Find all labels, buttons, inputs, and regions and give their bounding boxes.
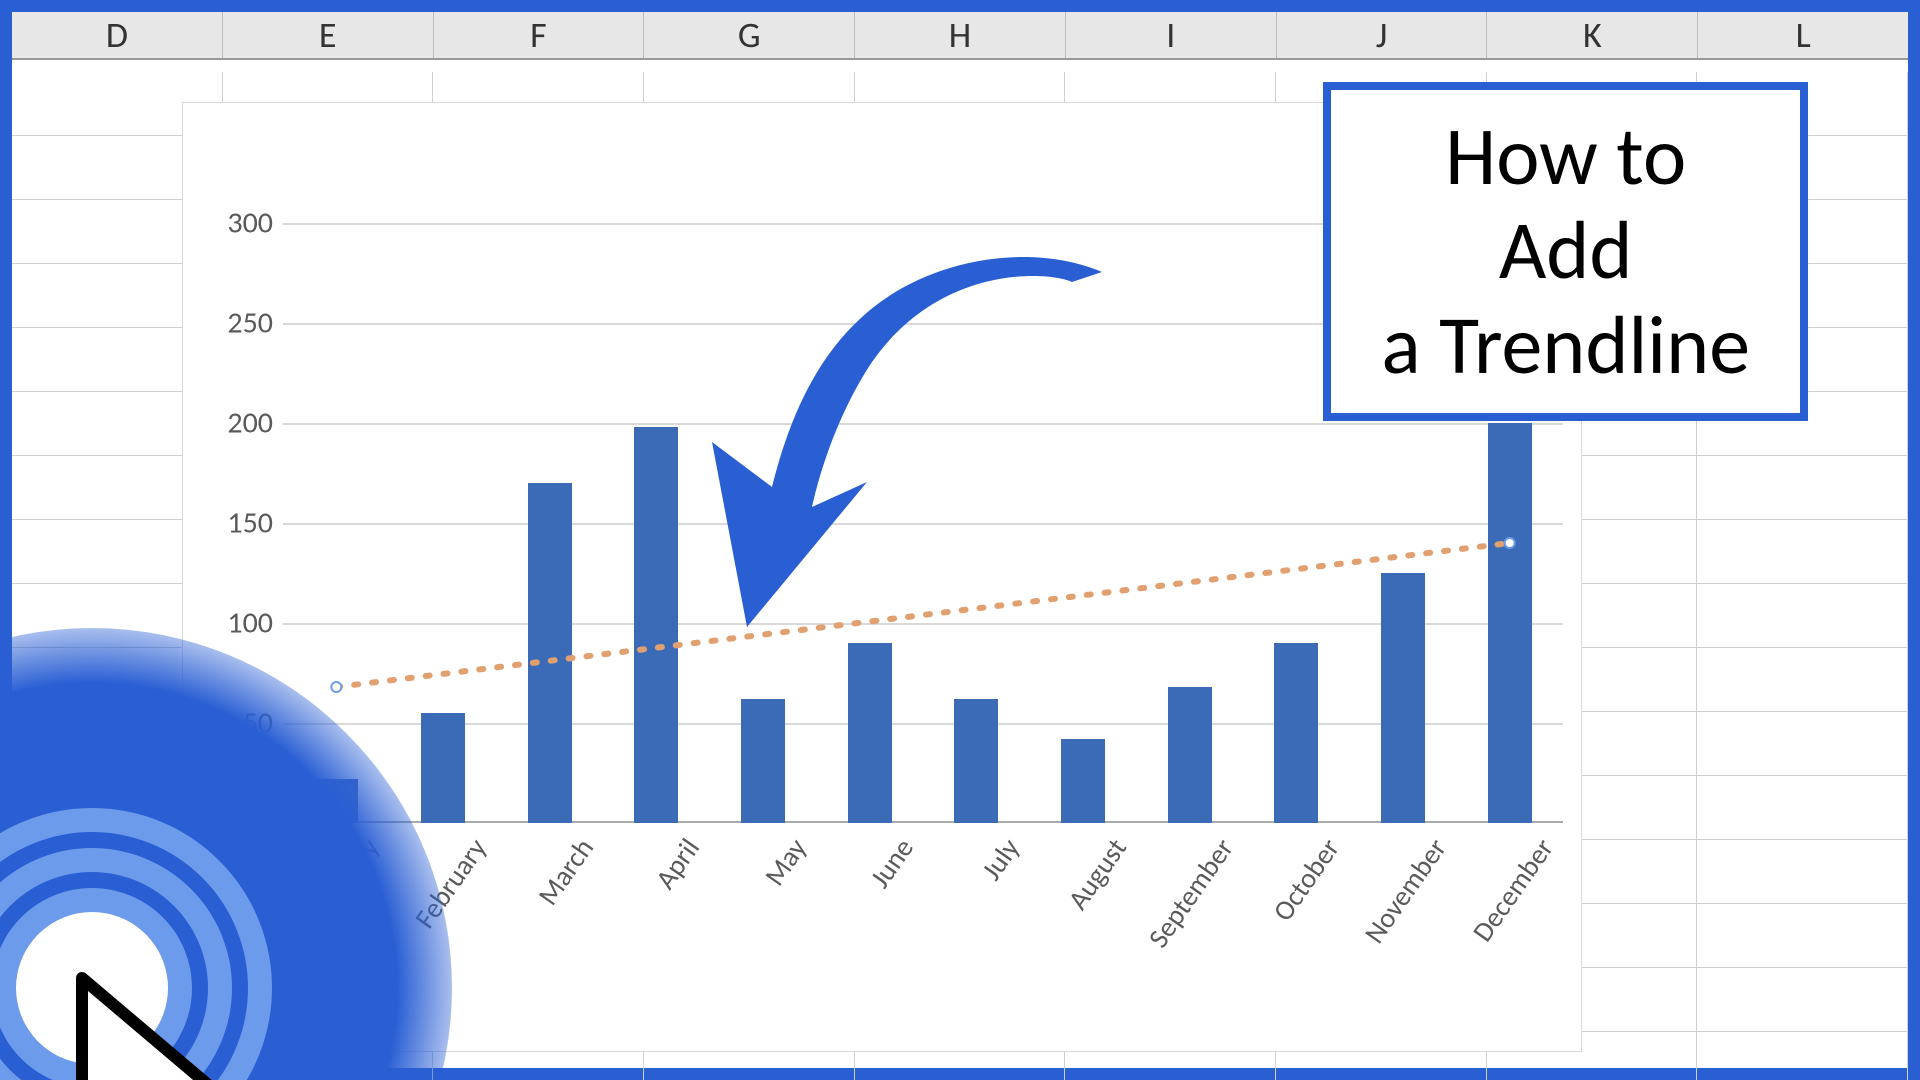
chart-bar[interactable] [634, 427, 678, 823]
column-header[interactable]: G [644, 12, 855, 58]
callout-line1: How to [1381, 110, 1750, 204]
chart-bar[interactable] [954, 699, 998, 823]
callout-box: How to Add a Trendline [1323, 82, 1808, 421]
y-axis-tick: 150 [203, 505, 273, 542]
chart-bar[interactable] [1381, 573, 1425, 823]
chart-bar[interactable] [421, 713, 465, 823]
column-header[interactable]: D [12, 12, 223, 58]
column-header[interactable]: L [1698, 12, 1908, 58]
column-header[interactable]: K [1487, 12, 1698, 58]
app-frame: D E F G H I J K L 050100150200250300Janu… [0, 0, 1920, 1080]
x-axis-label: March [530, 832, 601, 912]
column-header[interactable]: H [855, 12, 1066, 58]
chart-bar[interactable] [1488, 423, 1532, 823]
column-header[interactable]: I [1066, 12, 1277, 58]
x-axis-label: August [1060, 832, 1134, 917]
column-header-row: D E F G H I J K L [12, 12, 1908, 60]
x-axis-label: April [648, 832, 707, 896]
callout-line2: Add [1381, 204, 1750, 298]
column-header[interactable]: E [223, 12, 434, 58]
x-axis-label: December [1464, 832, 1560, 948]
arrow-icon [702, 232, 1122, 652]
x-axis-label: June [862, 832, 921, 895]
x-axis-label: November [1357, 832, 1454, 950]
chart-bar[interactable] [1061, 739, 1105, 823]
cursor-icon [62, 968, 262, 1080]
chart-bar[interactable] [741, 699, 785, 823]
y-axis-tick: 250 [203, 305, 273, 342]
chart-bar[interactable] [848, 643, 892, 823]
chart-bar[interactable] [1274, 643, 1318, 823]
x-axis [283, 821, 1563, 823]
column-header[interactable]: F [434, 12, 645, 58]
callout-line3: a Trendline [1381, 299, 1750, 393]
gridline [283, 723, 1563, 725]
chart-bar[interactable] [1168, 687, 1212, 823]
x-axis-label: July [974, 832, 1027, 887]
y-axis-tick: 100 [203, 605, 273, 642]
x-axis-label: May [757, 832, 814, 893]
y-axis-tick: 300 [203, 205, 273, 242]
y-axis-tick: 200 [203, 405, 273, 442]
x-axis-label: October [1265, 832, 1347, 928]
column-header[interactable]: J [1277, 12, 1488, 58]
chart-bar[interactable] [528, 483, 572, 823]
x-axis-label: September [1140, 832, 1240, 955]
